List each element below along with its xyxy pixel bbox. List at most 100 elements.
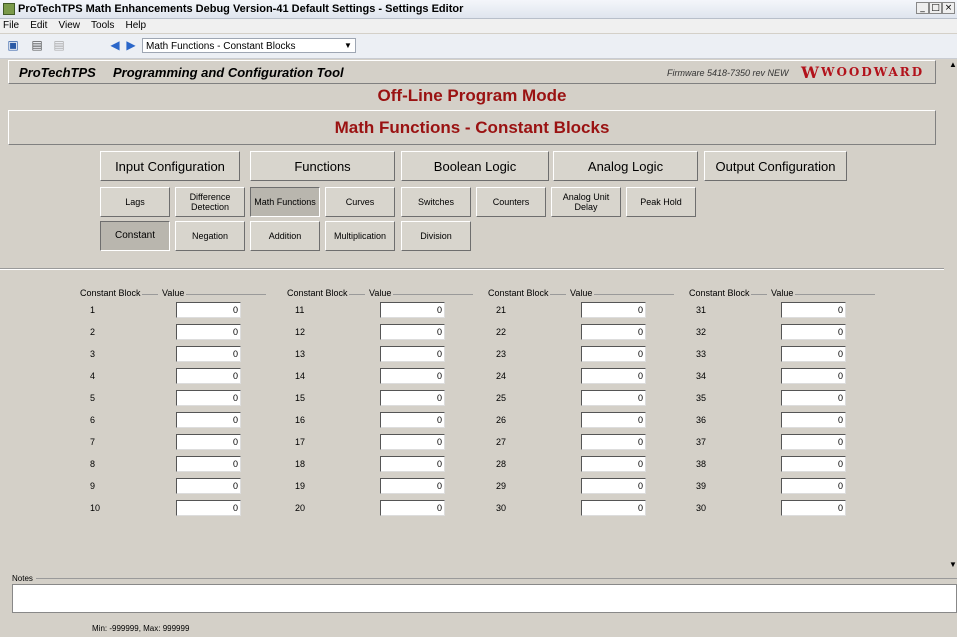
header-line — [186, 294, 266, 295]
tab-negation[interactable]: Negation — [175, 221, 245, 251]
menu-file[interactable]: File — [3, 19, 19, 33]
tab-input-configuration[interactable]: Input Configuration — [100, 151, 240, 181]
constant-value-input[interactable] — [380, 500, 445, 516]
header-constant-block: Constant Block — [287, 288, 348, 298]
table-row: 22 — [488, 324, 678, 340]
tab-peak-hold[interactable]: Peak Hold — [626, 187, 696, 217]
constant-block-number: 23 — [496, 349, 507, 359]
print-preview-icon[interactable]: ▤ — [52, 39, 66, 52]
forward-icon[interactable]: ▶ — [124, 39, 138, 52]
constant-value-input[interactable] — [176, 478, 241, 494]
constant-block-number: 19 — [295, 481, 306, 491]
constant-value-input[interactable] — [581, 412, 646, 428]
constant-value-input[interactable] — [581, 500, 646, 516]
table-row: 34 — [689, 368, 879, 384]
menu-tools[interactable]: Tools — [91, 19, 114, 33]
header-value: Value — [369, 288, 392, 298]
tab-counters[interactable]: Counters — [476, 187, 546, 217]
navigation-select[interactable]: Math Functions - Constant Blocks ▼ — [142, 38, 356, 53]
constant-value-input[interactable] — [781, 500, 846, 516]
constant-value-input[interactable] — [380, 390, 445, 406]
header-line — [795, 294, 875, 295]
constant-value-input[interactable] — [380, 478, 445, 494]
table-row: 11 — [287, 302, 477, 318]
constant-block-number: 8 — [90, 459, 96, 469]
minimize-button[interactable]: _ — [916, 2, 929, 14]
constant-block-number: 18 — [295, 459, 306, 469]
column-header: Constant Block Value — [488, 288, 678, 300]
vertical-scrollbar[interactable]: ▲ ▼ — [948, 60, 957, 580]
constant-value-input[interactable] — [176, 500, 241, 516]
constant-value-input[interactable] — [380, 434, 445, 450]
tab-output-configuration[interactable]: Output Configuration — [704, 151, 847, 181]
tab-constant[interactable]: Constant — [100, 221, 170, 251]
constant-value-input[interactable] — [581, 302, 646, 318]
tab-functions[interactable]: Functions — [250, 151, 395, 181]
table-row: 14 — [287, 368, 477, 384]
tab-analog-unit-delay[interactable]: Analog Unit Delay — [551, 187, 621, 217]
constant-value-input[interactable] — [176, 368, 241, 384]
tab-division[interactable]: Division — [401, 221, 471, 251]
constant-value-input[interactable] — [781, 412, 846, 428]
constant-value-input[interactable] — [380, 412, 445, 428]
logo-mark: W — [801, 62, 819, 82]
scroll-up-icon[interactable]: ▲ — [949, 60, 957, 69]
header-value: Value — [771, 288, 794, 298]
firmware-version: Firmware 5418-7350 rev NEW — [667, 68, 789, 78]
constant-value-input[interactable] — [380, 368, 445, 384]
constant-block-number: 13 — [295, 349, 306, 359]
print-icon[interactable]: ▤ — [30, 39, 44, 52]
tab-boolean-logic[interactable]: Boolean Logic — [401, 151, 549, 181]
tab-analog-logic[interactable]: Analog Logic — [553, 151, 698, 181]
constant-value-input[interactable] — [380, 456, 445, 472]
tab-addition[interactable]: Addition — [250, 221, 320, 251]
tab-switches[interactable]: Switches — [401, 187, 471, 217]
tab-multiplication[interactable]: Multiplication — [325, 221, 395, 251]
tab-difference-detection[interactable]: Difference Detection — [175, 187, 245, 217]
constant-value-input[interactable] — [380, 346, 445, 362]
scroll-down-icon[interactable]: ▼ — [949, 560, 957, 569]
constant-value-input[interactable] — [176, 412, 241, 428]
constant-value-input[interactable] — [781, 324, 846, 340]
menu-edit[interactable]: Edit — [30, 19, 47, 33]
constant-value-input[interactable] — [176, 346, 241, 362]
constant-value-input[interactable] — [380, 324, 445, 340]
header-constant-block: Constant Block — [488, 288, 549, 298]
constant-block-number: 34 — [696, 371, 707, 381]
constant-value-input[interactable] — [581, 434, 646, 450]
constant-value-input[interactable] — [781, 346, 846, 362]
tab-curves[interactable]: Curves — [325, 187, 395, 217]
constant-value-input[interactable] — [176, 324, 241, 340]
constant-value-input[interactable] — [581, 368, 646, 384]
menu-help[interactable]: Help — [125, 19, 146, 33]
save-icon[interactable]: ▣ — [6, 39, 20, 52]
header-line — [349, 294, 365, 295]
constant-value-input[interactable] — [781, 434, 846, 450]
constant-block-number: 38 — [696, 459, 707, 469]
constant-value-input[interactable] — [581, 346, 646, 362]
constant-value-input[interactable] — [581, 324, 646, 340]
constant-value-input[interactable] — [781, 478, 846, 494]
tab-lags[interactable]: Lags — [100, 187, 170, 217]
constant-value-input[interactable] — [781, 456, 846, 472]
constant-value-input[interactable] — [380, 302, 445, 318]
notes-field[interactable] — [12, 584, 957, 613]
constant-value-input[interactable] — [176, 302, 241, 318]
close-button[interactable]: × — [942, 2, 955, 14]
constant-value-input[interactable] — [581, 478, 646, 494]
menu-view[interactable]: View — [58, 19, 80, 33]
constant-value-input[interactable] — [581, 390, 646, 406]
constant-value-input[interactable] — [176, 456, 241, 472]
table-row: 35 — [689, 390, 879, 406]
constant-value-input[interactable] — [176, 390, 241, 406]
constant-value-input[interactable] — [781, 390, 846, 406]
constant-value-input[interactable] — [781, 302, 846, 318]
table-row: 9 — [80, 478, 270, 494]
constant-value-input[interactable] — [781, 368, 846, 384]
back-icon[interactable]: ◀ — [108, 39, 122, 52]
table-row: 13 — [287, 346, 477, 362]
tab-math-functions[interactable]: Math Functions — [250, 187, 320, 217]
maximize-button[interactable]: □ — [929, 2, 942, 14]
constant-value-input[interactable] — [176, 434, 241, 450]
constant-value-input[interactable] — [581, 456, 646, 472]
